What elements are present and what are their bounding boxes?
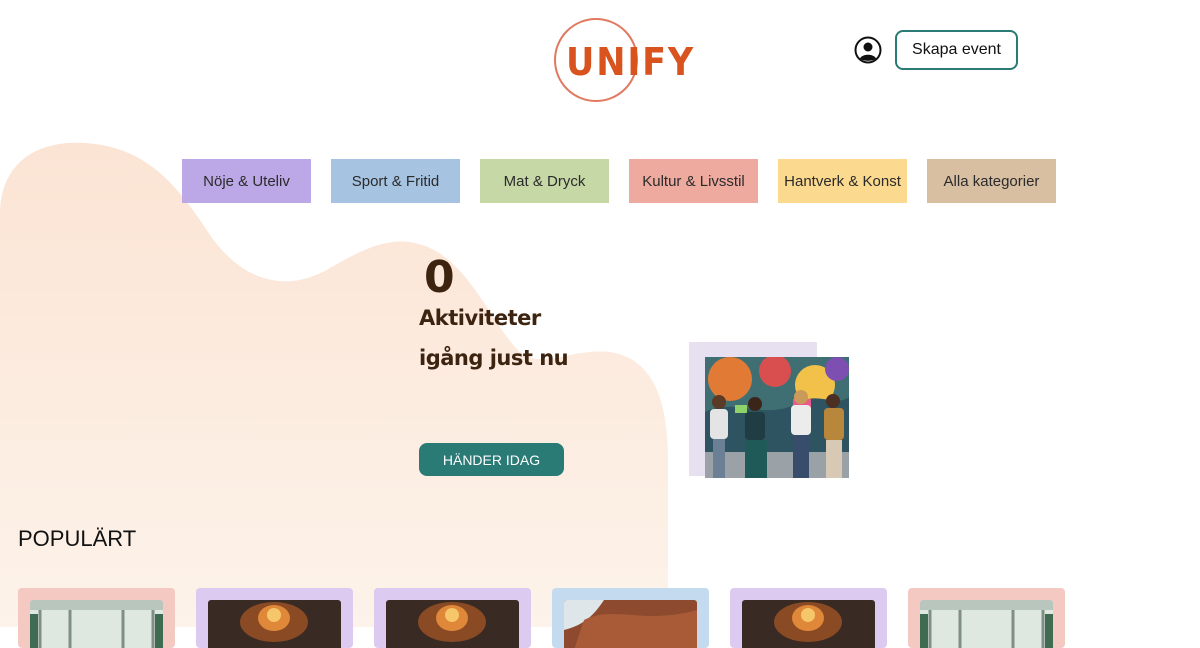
hero-line-2: igång just nu — [419, 346, 569, 370]
category-nav: Nöje & Uteliv Sport & Fritid Mat & Dryck… — [182, 159, 1056, 203]
category-mat-dryck[interactable]: Mat & Dryck — [480, 159, 609, 203]
card-image-fire — [386, 600, 519, 648]
user-circle-icon[interactable] — [854, 36, 882, 64]
hero-line-1: Aktiviteter — [419, 306, 541, 330]
happening-today-button[interactable]: HÄNDER IDAG — [419, 443, 564, 476]
popular-card[interactable] — [730, 588, 887, 648]
popular-card[interactable] — [196, 588, 353, 648]
category-kultur-livsstil[interactable]: Kultur & Livsstil — [629, 159, 758, 203]
create-event-button[interactable]: Skapa event — [895, 30, 1018, 70]
popular-card[interactable] — [908, 588, 1065, 648]
logo-text: UNIFY — [566, 40, 696, 84]
hero-photo — [705, 357, 849, 478]
card-image-hall — [30, 600, 163, 648]
category-sport-fritid[interactable]: Sport & Fritid — [331, 159, 460, 203]
category-noje-uteliv[interactable]: Nöje & Uteliv — [182, 159, 311, 203]
popular-card[interactable] — [18, 588, 175, 648]
unify-logo[interactable]: UNIFY — [554, 18, 694, 106]
card-image-fire — [208, 600, 341, 648]
card-image-rock — [564, 600, 697, 648]
popular-heading: POPULÄRT — [18, 526, 137, 551]
card-image-hall — [920, 600, 1053, 648]
activity-count: 0 — [424, 252, 455, 303]
category-hantverk-konst[interactable]: Hantverk & Konst — [778, 159, 907, 203]
category-alla-kategorier[interactable]: Alla kategorier — [927, 159, 1056, 203]
popular-cards — [18, 588, 1065, 648]
card-image-fire — [742, 600, 875, 648]
popular-card[interactable] — [374, 588, 531, 648]
popular-card[interactable] — [552, 588, 709, 648]
